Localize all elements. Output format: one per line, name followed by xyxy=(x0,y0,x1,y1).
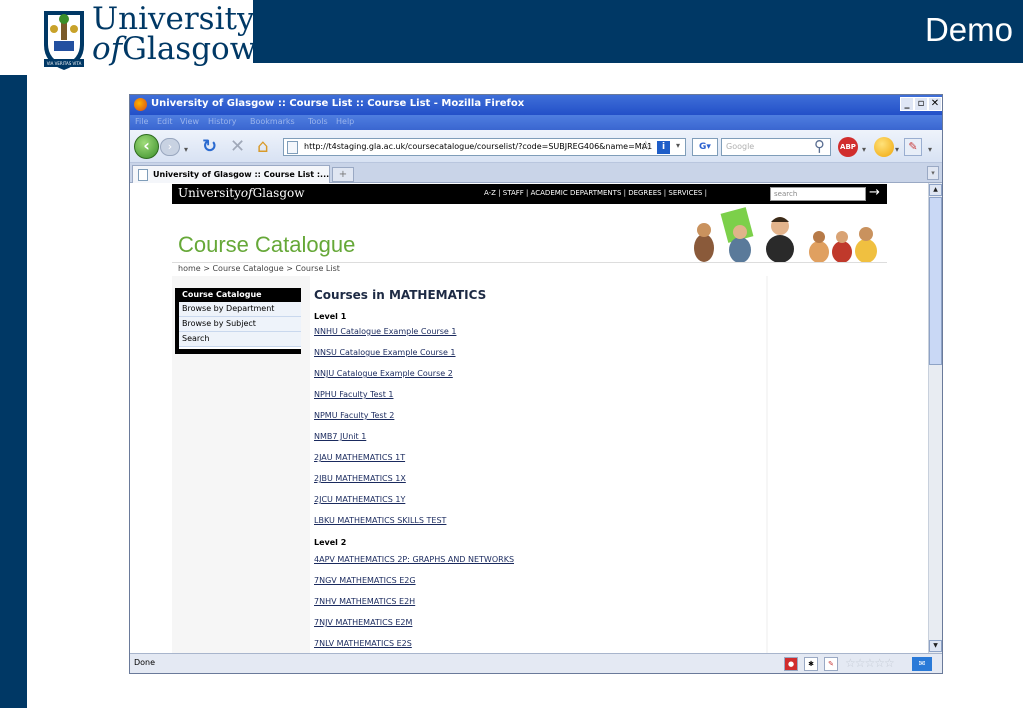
slide-left-bar xyxy=(0,0,27,708)
tab-strip: University of Glasgow :: Course List :..… xyxy=(130,163,942,184)
sidebar-item-search[interactable]: Search xyxy=(179,332,301,347)
firefox-icon xyxy=(134,98,147,111)
site-logo[interactable]: UniversityofGlasgow xyxy=(178,186,305,200)
addon-status-icon[interactable]: ✎ xyxy=(824,657,838,671)
course-list-panel: Courses in MATHEMATICS Level 1 NNHU Cata… xyxy=(310,276,766,653)
students-photo xyxy=(694,207,877,262)
menu-tools[interactable]: Tools xyxy=(308,117,328,126)
page-viewport: UniversityofGlasgow A-Z | STAFF | ACADEM… xyxy=(130,183,942,653)
course-link[interactable]: 7NHV MATHEMATICS E2H xyxy=(314,597,415,606)
scroll-down-arrow-icon[interactable]: ▼ xyxy=(929,640,942,652)
sidebar-item-browse-subject[interactable]: Browse by Subject xyxy=(179,317,301,332)
status-text: Done xyxy=(134,658,156,667)
level-heading: Level 2 xyxy=(314,538,347,547)
overflow-dropdown-icon[interactable]: ▾ xyxy=(928,140,932,160)
sidebar-item-browse-department[interactable]: Browse by Department xyxy=(179,302,301,317)
sidebar-menu: Course Catalogue Browse by Department Br… xyxy=(175,288,301,354)
window-titlebar: University of Glasgow :: Course List :: … xyxy=(130,95,942,115)
course-link[interactable]: LBKU MATHEMATICS SKILLS TEST xyxy=(314,516,446,525)
home-icon[interactable]: ⌂ xyxy=(257,137,268,157)
url-bar[interactable]: http://t4staging.gla.ac.uk/coursecatalog… xyxy=(283,138,686,156)
page-icon xyxy=(287,141,298,154)
course-link[interactable]: NNJU Catalogue Example Course 2 xyxy=(314,369,453,378)
university-logo: VIA VERITAS VITA University ofGlasgow xyxy=(0,0,257,75)
search-placeholder: Google xyxy=(726,142,755,151)
reload-icon[interactable]: ↻ xyxy=(202,137,217,157)
course-link[interactable]: NPHU Faculty Test 1 xyxy=(314,390,393,399)
window-title: University of Glasgow :: Course List :: … xyxy=(151,98,525,109)
course-link[interactable]: NMB7 JUnit 1 xyxy=(314,432,366,441)
extension-dropdown-icon[interactable]: ▾ xyxy=(895,140,899,160)
status-bar: Done ● ✱ ✎ ☆☆☆☆☆ ✉ xyxy=(130,653,942,673)
course-link[interactable]: 7NGV MATHEMATICS E2G xyxy=(314,576,416,585)
course-link[interactable]: 2JBU MATHEMATICS 1X xyxy=(314,474,406,483)
vertical-scrollbar[interactable]: ▲ ▼ xyxy=(928,183,942,653)
course-link[interactable]: NNHU Catalogue Example Course 1 xyxy=(314,327,456,336)
slide-title: Demo xyxy=(924,11,1013,48)
url-text[interactable]: http://t4staging.gla.ac.uk/coursecatalog… xyxy=(304,142,652,151)
forward-button[interactable]: › xyxy=(160,138,180,156)
course-link[interactable]: 4APV MATHEMATICS 2P: GRAPHS AND NETWORKS xyxy=(314,555,514,564)
adblock-status-icon[interactable]: ● xyxy=(784,657,798,671)
settings-status-icon[interactable]: ✱ xyxy=(804,657,818,671)
course-link[interactable]: NPMU Faculty Test 2 xyxy=(314,411,394,420)
adblock-dropdown-icon[interactable]: ▾ xyxy=(862,140,866,160)
course-link[interactable]: 2JAU MATHEMATICS 1T xyxy=(314,453,405,462)
new-tab-button[interactable]: + xyxy=(332,167,354,182)
menu-edit[interactable]: Edit xyxy=(157,117,173,126)
site-search-placeholder: search xyxy=(774,190,798,198)
sidebar-header[interactable]: Course Catalogue xyxy=(179,288,301,302)
tab-list-icon[interactable]: ▾ xyxy=(927,166,939,180)
stop-icon[interactable]: ✕ xyxy=(230,137,245,157)
scrollbar-thumb[interactable] xyxy=(929,197,942,365)
search-engine-icon[interactable]: G▾ xyxy=(692,138,718,156)
history-dropdown-icon[interactable]: ▾ xyxy=(184,140,188,160)
tab-label: University of Glasgow :: Course List :..… xyxy=(153,170,330,179)
menu-bar: File Edit View History Bookmarks Tools H… xyxy=(130,115,942,130)
extension-icon[interactable] xyxy=(874,137,894,157)
course-link[interactable]: 7NJV MATHEMATICS E2M xyxy=(314,618,412,627)
browser-window: University of Glasgow :: Course List :: … xyxy=(129,94,943,674)
close-button[interactable]: ✕ xyxy=(928,97,942,111)
tab-page-icon xyxy=(138,169,148,181)
menu-history[interactable]: History xyxy=(208,117,236,126)
banner-title: Course Catalogue xyxy=(178,232,356,257)
svg-text:VIA VERITAS VITA: VIA VERITAS VITA xyxy=(47,61,82,66)
search-icon[interactable]: ⚲ xyxy=(814,137,825,155)
course-catalogue-banner: Course Catalogue xyxy=(172,204,887,263)
maximize-button[interactable]: ▫ xyxy=(914,97,928,111)
url-dropdown-icon[interactable]: ▾ xyxy=(676,141,680,150)
adblock-icon[interactable]: ABP xyxy=(838,137,858,157)
menu-view[interactable]: View xyxy=(180,117,199,126)
page-title: Courses in MATHEMATICS xyxy=(314,288,487,302)
crest-icon: VIA VERITAS VITA xyxy=(44,11,84,70)
site-header: UniversityofGlasgow A-Z | STAFF | ACADEM… xyxy=(172,184,887,204)
logo-wordmark: University ofGlasgow xyxy=(92,1,257,67)
course-link[interactable]: 7NLV MATHEMATICS E2S xyxy=(314,639,412,648)
mail-status-icon[interactable]: ✉ xyxy=(912,657,932,671)
site-search-input[interactable]: search xyxy=(770,187,866,201)
logo-line-glasgow: ofGlasgow xyxy=(92,31,257,67)
course-link[interactable]: NNSU Catalogue Example Course 1 xyxy=(314,348,456,357)
breadcrumb[interactable]: home > Course Catalogue > Course List xyxy=(178,264,340,273)
navigation-toolbar: ‹ › ▾ ↻ ✕ ⌂ http://t4staging.gla.ac.uk/c… xyxy=(130,130,942,163)
scroll-up-arrow-icon[interactable]: ▲ xyxy=(929,184,942,196)
rating-stars-icon[interactable]: ☆☆☆☆☆ xyxy=(845,656,895,670)
menu-help[interactable]: Help xyxy=(336,117,354,126)
search-go-arrow-icon[interactable]: → xyxy=(869,185,880,200)
level-heading: Level 1 xyxy=(314,312,347,321)
addon-icon[interactable]: ✎ xyxy=(904,138,922,156)
logo-line-university: University xyxy=(92,1,255,37)
site-nav-links[interactable]: A-Z | STAFF | ACADEMIC DEPARTMENTS | DEG… xyxy=(484,189,707,197)
bookmark-star-icon[interactable]: ☆ xyxy=(640,139,652,154)
back-button[interactable]: ‹ xyxy=(134,134,159,159)
menu-bookmarks[interactable]: Bookmarks xyxy=(250,117,295,126)
right-sidebar xyxy=(768,276,887,653)
minimize-button[interactable]: _ xyxy=(900,97,914,111)
info-icon[interactable]: i xyxy=(657,141,670,154)
tab-course-list[interactable]: University of Glasgow :: Course List :..… xyxy=(132,165,330,184)
menu-file[interactable]: File xyxy=(135,117,148,126)
course-link[interactable]: 2JCU MATHEMATICS 1Y xyxy=(314,495,405,504)
